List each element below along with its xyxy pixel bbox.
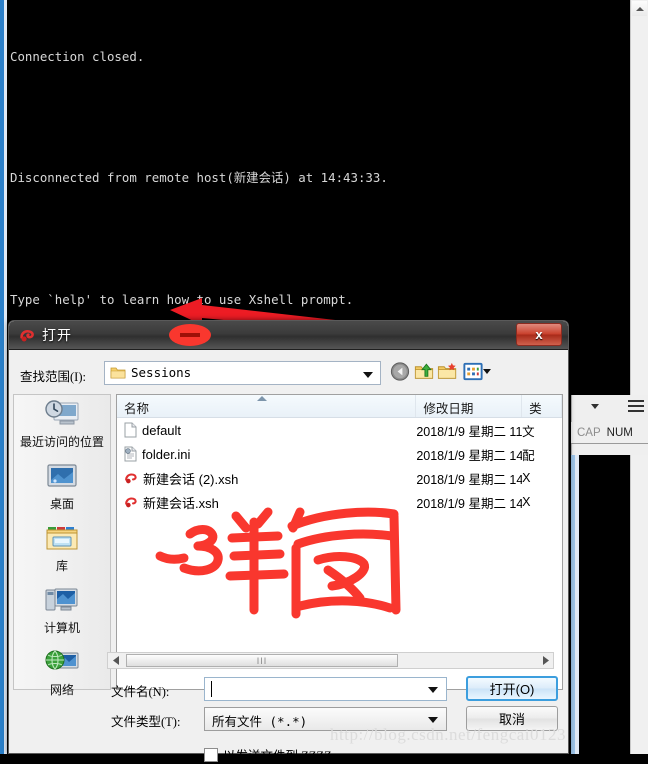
chevron-right-icon [542, 656, 549, 665]
look-in-label: 查找范围(I): [20, 370, 86, 384]
file-name-cell[interactable]: default [117, 422, 416, 438]
chevron-down-icon[interactable] [428, 687, 438, 693]
terminal-line: Disconnected from remote host(新建会话) at 1… [10, 170, 388, 186]
dialog-title-bar[interactable]: 打开 x [9, 321, 568, 350]
column-header-date[interactable]: 修改日期 [416, 395, 523, 417]
blank-file-icon [124, 422, 137, 438]
scrollbar-thumb[interactable]: III [126, 654, 398, 667]
place-item-recent[interactable]: 最近访问的位置 [14, 395, 110, 457]
checkbox[interactable] [204, 747, 218, 762]
scroll-right-button[interactable] [537, 653, 553, 668]
file-list-header[interactable]: 名称 修改日期 类 [117, 395, 562, 418]
file-list[interactable]: 名称 修改日期 类 default 2018/1/9 星期二 11... 文 f… [116, 394, 563, 690]
file-name-label: 新建会话 (2).xsh [143, 471, 239, 487]
back-icon[interactable] [388, 360, 412, 383]
place-item-label: 库 [55, 559, 68, 573]
filetype-label: 文件类型(T): [111, 715, 181, 729]
chevron-left-icon [112, 656, 119, 665]
chevron-up-icon [635, 6, 644, 11]
file-name-cell[interactable]: 新建会话 (2).xsh [117, 469, 416, 488]
file-date-cell: 2018/1/9 星期二 14... [416, 472, 523, 487]
views-icon[interactable] [461, 360, 485, 383]
place-item-label: 桌面 [49, 497, 74, 511]
dialog-title: 打开 [42, 327, 72, 343]
file-type-cell: X [522, 495, 531, 509]
filename-label: 文件名(N): [111, 685, 170, 699]
file-name-cell[interactable]: folder.ini [117, 446, 416, 462]
terminal-line: Type `help' to learn how to use Xshell p… [10, 292, 354, 308]
caps-lock-indicator: CAP [577, 426, 601, 439]
look-in-row: 查找范围(I): Sessions [9, 358, 568, 392]
place-item-computer[interactable]: 计算机 [14, 581, 110, 643]
close-icon: x [535, 327, 543, 342]
open-button[interactable]: 打开(O) [466, 676, 558, 701]
place-item-label: 最近访问的位置 [19, 435, 104, 449]
xshell-status-bar: CAP NUM [571, 422, 648, 444]
file-type-cell: 配 [522, 448, 535, 463]
place-item-network[interactable]: 网络 [14, 643, 110, 705]
menu-hamburger-icon[interactable] [628, 400, 644, 412]
folder-icon [110, 367, 126, 379]
place-item-label: 计算机 [43, 621, 80, 635]
file-name-label: default [142, 422, 182, 438]
desktop-icon [14, 460, 110, 494]
file-type-cell: X [522, 471, 531, 485]
table-row[interactable]: 新建会话.xsh 2018/1/9 星期二 14... X [117, 490, 562, 514]
scrollbar-grip: III [256, 655, 268, 666]
place-item-libraries[interactable]: 库 [14, 519, 110, 581]
file-type-cell: 文 [522, 424, 535, 439]
xshell-panel-accent-2 [571, 445, 575, 754]
scroll-left-button[interactable] [108, 653, 124, 668]
terminal-left-accent-2 [4, 0, 7, 754]
open-button-label: 打开(O) [489, 682, 535, 697]
ini-file-icon [124, 446, 137, 462]
filetype-value: 所有文件 (*.*) [212, 714, 308, 729]
place-item-desktop[interactable]: 桌面 [14, 457, 110, 519]
look-in-combobox[interactable]: Sessions [104, 361, 381, 385]
column-header-type[interactable]: 类 [522, 395, 562, 417]
network-icon [14, 646, 110, 680]
file-name-label: folder.ini [142, 446, 191, 462]
table-row[interactable]: 新建会话 (2).xsh 2018/1/9 星期二 14... X [117, 466, 562, 490]
terminal-scrollbar[interactable] [630, 0, 648, 754]
file-date-cell: 2018/1/9 星期二 14... [416, 448, 523, 463]
xshell-session-icon [125, 473, 137, 484]
look-in-value: Sessions [131, 365, 192, 380]
close-button[interactable]: x [516, 323, 562, 346]
chevron-down-icon[interactable] [363, 372, 373, 378]
scroll-up-button[interactable] [632, 1, 647, 16]
num-lock-indicator: NUM [606, 426, 633, 439]
recent-places-icon [14, 398, 110, 432]
xshell-session-icon [125, 497, 137, 508]
file-list-horizontal-scrollbar[interactable]: III [107, 652, 554, 669]
chevron-down-icon[interactable] [591, 404, 599, 409]
place-item-label: 网络 [49, 683, 74, 697]
file-date-cell: 2018/1/9 星期二 14... [416, 496, 523, 511]
sort-ascending-icon [257, 396, 267, 401]
chevron-down-icon[interactable] [483, 369, 491, 374]
watermark: http://blog.csdn.net/fengcai0123 [330, 725, 567, 744]
up-folder-icon[interactable] [412, 360, 436, 383]
column-header-name[interactable]: 名称 [117, 395, 417, 417]
new-folder-icon[interactable] [436, 360, 460, 383]
file-date-cell: 2018/1/9 星期二 11... [416, 424, 523, 439]
checkbox-label: 以发送文件到 ZZZZ [223, 749, 332, 763]
filename-input[interactable] [204, 677, 447, 701]
text-caret [211, 681, 212, 697]
xshell-logo-icon [20, 329, 34, 342]
places-bar[interactable]: 最近访问的位置 桌面 库 计算机 网络 [13, 394, 111, 697]
table-row[interactable]: default 2018/1/9 星期二 11... 文 [117, 418, 562, 442]
file-name-label: 新建会话.xsh [143, 495, 219, 511]
send-file-checkbox-row[interactable]: 以发送文件到 ZZZZ [204, 745, 332, 764]
computer-icon [14, 584, 110, 618]
table-row[interactable]: folder.ini 2018/1/9 星期二 14... 配 [117, 442, 562, 466]
libraries-icon [14, 522, 110, 556]
chevron-down-icon[interactable] [428, 717, 438, 723]
terminal-line: Connection closed. [10, 48, 145, 64]
file-name-cell[interactable]: 新建会话.xsh [117, 493, 416, 512]
